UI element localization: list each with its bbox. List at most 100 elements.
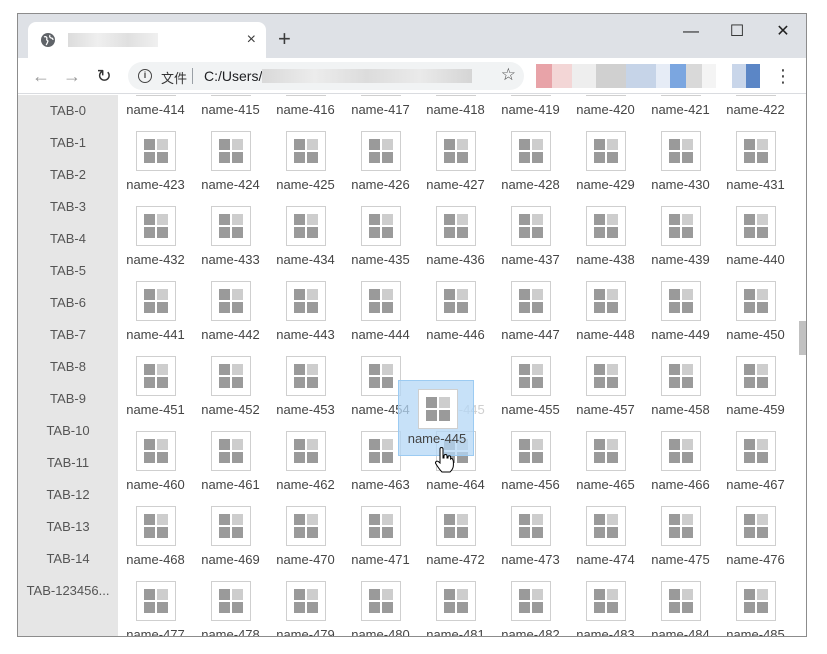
- grid-item[interactable]: name-430: [643, 131, 718, 206]
- grid-item[interactable]: name-453: [268, 356, 343, 431]
- grid-item[interactable]: name-468: [118, 506, 193, 581]
- grid-item[interactable]: name-472: [418, 506, 493, 581]
- reload-button[interactable]: ↻: [91, 63, 117, 89]
- grid-item[interactable]: name-471: [343, 506, 418, 581]
- back-button[interactable]: ←: [28, 63, 54, 89]
- grid-item[interactable]: name-458: [643, 356, 718, 431]
- scrollbar-thumb[interactable]: [799, 321, 806, 355]
- sidebar-tab[interactable]: TAB-12: [18, 479, 118, 511]
- grid-item[interactable]: name-465: [568, 431, 643, 506]
- grid-item[interactable]: name-439: [643, 206, 718, 281]
- grid-item[interactable]: name-420: [568, 95, 643, 131]
- url-text[interactable]: C:/Users/: [204, 68, 262, 84]
- grid-item[interactable]: name-415: [193, 95, 268, 131]
- extension-icon[interactable]: [746, 64, 760, 88]
- grid-item[interactable]: name-475: [643, 506, 718, 581]
- extension-icon[interactable]: [732, 64, 746, 88]
- sidebar-tab[interactable]: TAB-13: [18, 511, 118, 543]
- extension-icon[interactable]: [702, 64, 716, 88]
- vertical-scrollbar[interactable]: [798, 95, 806, 636]
- grid-item[interactable]: name-481: [418, 581, 493, 636]
- grid-item[interactable]: name-438: [568, 206, 643, 281]
- sidebar-tab[interactable]: TAB-6: [18, 287, 118, 319]
- grid-item[interactable]: name-462: [268, 431, 343, 506]
- sidebar-tab[interactable]: TAB-123456...: [18, 575, 118, 607]
- sidebar-tab[interactable]: TAB-2: [18, 159, 118, 191]
- grid-item[interactable]: name-443: [268, 281, 343, 356]
- sidebar-tab[interactable]: TAB-7: [18, 319, 118, 351]
- grid-item[interactable]: name-434: [268, 206, 343, 281]
- grid-item[interactable]: name-433: [193, 206, 268, 281]
- grid-item[interactable]: name-460: [118, 431, 193, 506]
- tab-close-icon[interactable]: ×: [247, 30, 256, 50]
- grid-item[interactable]: name-414: [118, 95, 193, 131]
- sidebar-tab[interactable]: TAB-9: [18, 383, 118, 415]
- grid-item[interactable]: name-417: [343, 95, 418, 131]
- sidebar-tab[interactable]: TAB-8: [18, 351, 118, 383]
- grid-item[interactable]: name-442: [193, 281, 268, 356]
- sidebar-tab[interactable]: TAB-4: [18, 223, 118, 255]
- maximize-button[interactable]: ☐: [714, 18, 760, 46]
- sidebar-tab[interactable]: TAB-10: [18, 415, 118, 447]
- grid-item[interactable]: name-455: [493, 356, 568, 431]
- grid-item[interactable]: name-461: [193, 431, 268, 506]
- grid-item[interactable]: name-473: [493, 506, 568, 581]
- bookmark-star-icon[interactable]: ☆: [501, 65, 516, 85]
- grid-item[interactable]: name-428: [493, 131, 568, 206]
- extension-icon[interactable]: [596, 64, 626, 88]
- grid-item[interactable]: name-418: [418, 95, 493, 131]
- grid-item[interactable]: name-452: [193, 356, 268, 431]
- grid-item[interactable]: name-427: [418, 131, 493, 206]
- grid-item[interactable]: name-467: [718, 431, 793, 506]
- drag-preview[interactable]: name-445: [398, 380, 474, 456]
- grid-item[interactable]: name-416: [268, 95, 343, 131]
- sidebar-tab[interactable]: TAB-0: [18, 95, 118, 127]
- grid-item[interactable]: name-459: [718, 356, 793, 431]
- grid-item[interactable]: name-440: [718, 206, 793, 281]
- grid-item[interactable]: name-426: [343, 131, 418, 206]
- grid-item[interactable]: name-476: [718, 506, 793, 581]
- grid-item[interactable]: name-478: [193, 581, 268, 636]
- grid-item[interactable]: name-441: [118, 281, 193, 356]
- extension-icon[interactable]: [572, 64, 596, 88]
- grid-item[interactable]: name-447: [493, 281, 568, 356]
- grid-item[interactable]: name-435: [343, 206, 418, 281]
- grid-item[interactable]: name-424: [193, 131, 268, 206]
- sidebar-tab[interactable]: TAB-3: [18, 191, 118, 223]
- grid-item[interactable]: name-431: [718, 131, 793, 206]
- sidebar-tab[interactable]: TAB-14: [18, 543, 118, 575]
- grid-item[interactable]: name-448: [568, 281, 643, 356]
- grid-item[interactable]: name-451: [118, 356, 193, 431]
- grid-item[interactable]: name-485: [718, 581, 793, 636]
- grid-item[interactable]: name-482: [493, 581, 568, 636]
- extension-icon[interactable]: [670, 64, 686, 88]
- grid-item[interactable]: name-466: [643, 431, 718, 506]
- forward-button[interactable]: →: [59, 63, 85, 89]
- grid-item[interactable]: name-449: [643, 281, 718, 356]
- browser-tab[interactable]: ×: [28, 22, 266, 58]
- grid-item[interactable]: name-474: [568, 506, 643, 581]
- grid-item[interactable]: name-470: [268, 506, 343, 581]
- extension-icon[interactable]: [552, 64, 572, 88]
- grid-item[interactable]: name-479: [268, 581, 343, 636]
- extension-icon[interactable]: [686, 64, 702, 88]
- sidebar-tab[interactable]: TAB-1: [18, 127, 118, 159]
- sidebar-tab[interactable]: TAB-11: [18, 447, 118, 479]
- grid-item[interactable]: name-480: [343, 581, 418, 636]
- grid-item[interactable]: name-456: [493, 431, 568, 506]
- grid-item[interactable]: name-422: [718, 95, 793, 131]
- new-tab-button[interactable]: +: [278, 28, 291, 50]
- minimize-button[interactable]: —: [668, 18, 714, 46]
- grid-item[interactable]: name-484: [643, 581, 718, 636]
- grid-item[interactable]: name-436: [418, 206, 493, 281]
- grid-item[interactable]: name-437: [493, 206, 568, 281]
- grid-item[interactable]: name-432: [118, 206, 193, 281]
- grid-item[interactable]: name-425: [268, 131, 343, 206]
- grid-item[interactable]: name-444: [343, 281, 418, 356]
- extension-icon[interactable]: [536, 64, 552, 88]
- grid-item[interactable]: name-477: [118, 581, 193, 636]
- close-window-button[interactable]: ✕: [760, 18, 806, 46]
- info-icon[interactable]: i: [138, 69, 152, 83]
- grid-item[interactable]: name-457: [568, 356, 643, 431]
- grid-item[interactable]: name-421: [643, 95, 718, 131]
